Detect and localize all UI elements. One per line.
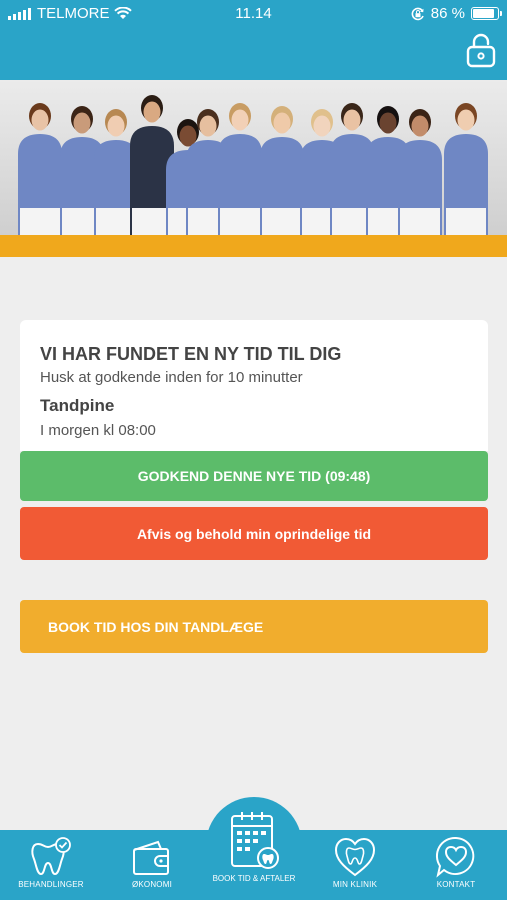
book-appointment-button[interactable]: BOOK TID HOS DIN TANDLÆGE <box>20 600 488 653</box>
team-illustration <box>0 80 507 235</box>
new-appointment-card: VI HAR FUNDET EN NY TID TIL DIG Husk at … <box>20 320 488 451</box>
battery-fill <box>473 9 494 18</box>
rotation-lock-icon <box>411 7 424 20</box>
chat-heart-icon <box>435 836 475 878</box>
card-title: VI HAR FUNDET EN NY TID TIL DIG <box>40 344 342 364</box>
reject-keep-original-button[interactable]: Afvis og behold min oprindelige tid <box>20 507 488 560</box>
nav-item-book-tid[interactable]: BOOK TID & AFTALER <box>206 806 302 896</box>
battery-percent: 86 % <box>430 5 465 22</box>
battery-group: 86 % <box>411 5 502 22</box>
nav-item-min-klinik[interactable]: MIN KLINIK <box>310 832 400 898</box>
nav-item-behandlinger[interactable]: BEHANDLINGER <box>6 832 96 898</box>
wallet-icon <box>133 840 169 875</box>
top-header: TELMORE 11.14 86 % <box>0 0 507 80</box>
appointment-type: Tandpine <box>40 396 115 415</box>
nav-item-okonomi[interactable]: ØKONOMI <box>107 832 197 898</box>
nav-label-book-tid: BOOK TID & AFTALER <box>212 874 296 883</box>
calendar-tooth-icon <box>231 812 279 869</box>
nav-label-okonomi: ØKONOMI <box>131 880 173 889</box>
nav-label-kontakt: KONTAKT <box>436 880 476 889</box>
accent-strip <box>0 235 507 257</box>
nav-label-behandlinger: BEHANDLINGER <box>18 880 84 889</box>
tooth-check-icon <box>31 837 71 876</box>
nav-label-min-klinik: MIN KLINIK <box>332 880 378 889</box>
team-photo <box>0 80 507 235</box>
accept-new-time-button[interactable]: GODKEND DENNE NYE TID (09:48) <box>20 451 488 501</box>
battery-icon <box>471 7 502 20</box>
heart-tooth-icon <box>334 837 376 877</box>
nav-item-kontakt[interactable]: KONTAKT <box>411 832 501 898</box>
card-subtitle: Husk at godkende inden for 10 minutter <box>40 369 303 386</box>
appointment-time: I morgen kl 08:00 <box>40 422 156 439</box>
padlock-icon[interactable] <box>465 32 497 68</box>
status-bar: TELMORE 11.14 86 % <box>0 0 507 28</box>
